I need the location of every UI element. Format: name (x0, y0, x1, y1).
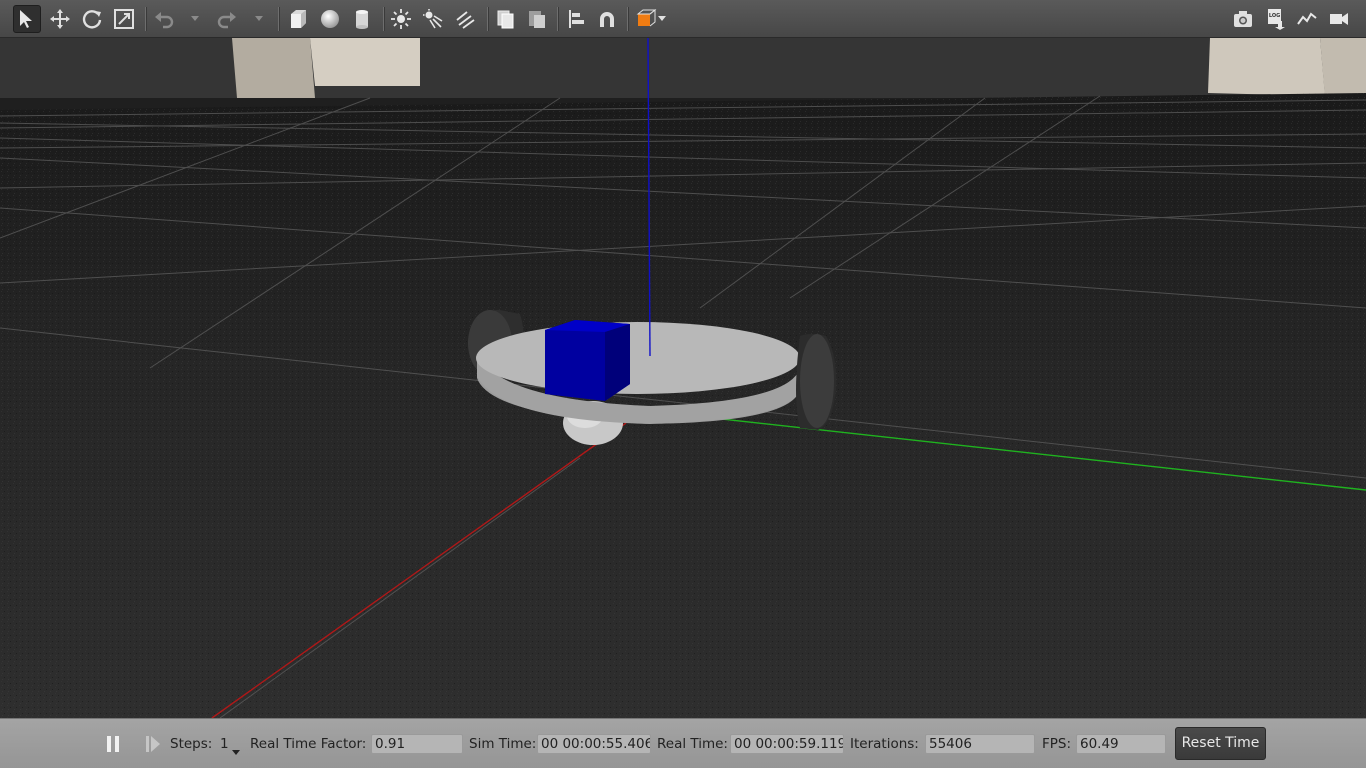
arrow-pointer-icon (20, 10, 32, 28)
screenshot-button[interactable] (1229, 5, 1257, 33)
fps-field: 60.49 (1076, 734, 1166, 754)
chevron-down-icon (191, 16, 199, 21)
iterations-field: 55406 (925, 734, 1035, 754)
real-time-factor-field: 0.91 (371, 734, 463, 754)
chevron-down-icon (232, 750, 240, 755)
sim-time-label: Sim Time: (469, 736, 537, 752)
record-video-button[interactable] (1325, 5, 1353, 33)
real-time-factor-label: Real Time Factor: (250, 736, 367, 752)
toolbar-separator (627, 7, 629, 31)
copy-button[interactable] (491, 5, 519, 33)
log-icon: LOG (1268, 9, 1285, 30)
scene-render (0, 38, 1366, 718)
rotate-mode-button[interactable] (78, 5, 106, 33)
snap-button[interactable] (593, 5, 621, 33)
chevron-down-icon (255, 16, 263, 21)
sphere-icon (321, 10, 339, 28)
iterations-label: Iterations: (850, 736, 919, 752)
redo-icon (217, 12, 236, 29)
sun-icon (391, 9, 411, 29)
spotlight-icon (423, 9, 443, 29)
toolbar-separator (487, 7, 489, 31)
magnet-icon (600, 12, 614, 27)
toolbar: LOG (0, 0, 1366, 38)
reset-time-button[interactable]: Reset Time (1175, 727, 1266, 760)
steps-value[interactable]: 1 (220, 736, 229, 752)
toolbar-separator (383, 7, 385, 31)
wall-left (232, 38, 315, 98)
directional-light-button[interactable] (451, 5, 479, 33)
log-button[interactable]: LOG (1261, 5, 1289, 33)
cylinder-icon (356, 10, 368, 29)
plot-icon (1297, 12, 1317, 25)
point-light-button[interactable] (387, 5, 415, 33)
undo-history-dropdown[interactable] (188, 5, 202, 33)
align-button[interactable] (563, 5, 591, 33)
sim-time-field: 00 00:00:55.406 (537, 734, 651, 754)
view-angle-dropdown[interactable] (655, 5, 669, 33)
sphere-shape-button[interactable] (316, 5, 344, 33)
box-shape-button[interactable] (284, 5, 312, 33)
select-mode-button[interactable] (13, 5, 41, 33)
copy-icon (497, 10, 514, 29)
redo-history-dropdown[interactable] (252, 5, 266, 33)
wall-right (1208, 38, 1325, 96)
undo-button[interactable] (150, 5, 178, 33)
status-bar: Steps: 1 Real Time Factor: 0.91 Sim Time… (0, 718, 1366, 768)
rotate-icon (82, 10, 102, 29)
toolbar-separator (557, 7, 559, 31)
paste-icon (529, 11, 545, 28)
camera-icon (1234, 11, 1252, 27)
redo-button[interactable] (213, 5, 241, 33)
scale-icon (114, 9, 134, 29)
fps-label: FPS: (1042, 736, 1072, 752)
box-icon (291, 10, 306, 28)
scale-mode-button[interactable] (110, 5, 138, 33)
toolbar-separator (145, 7, 147, 31)
step-button[interactable] (142, 734, 162, 754)
cylinder-shape-button[interactable] (348, 5, 376, 33)
paste-button[interactable] (523, 5, 551, 33)
undo-icon (155, 12, 174, 29)
align-icon (569, 10, 584, 28)
plot-button[interactable] (1293, 5, 1321, 33)
toolbar-separator (278, 7, 280, 31)
translate-mode-button[interactable] (46, 5, 74, 33)
pause-button[interactable] (104, 734, 122, 754)
pause-icon (107, 736, 119, 752)
steps-dropdown[interactable] (231, 741, 241, 755)
spot-light-button[interactable] (419, 5, 447, 33)
steps-label: Steps: (170, 736, 213, 752)
real-time-field: 00 00:00:59.119 (730, 734, 844, 754)
video-icon (1330, 13, 1348, 25)
scene-viewport[interactable] (0, 38, 1366, 718)
real-time-label: Real Time: (657, 736, 728, 752)
chevron-down-icon (658, 16, 666, 21)
step-forward-icon (146, 736, 160, 752)
svg-text:LOG: LOG (1269, 13, 1280, 19)
directional-light-icon (456, 11, 475, 29)
move-arrows-icon (50, 9, 70, 29)
